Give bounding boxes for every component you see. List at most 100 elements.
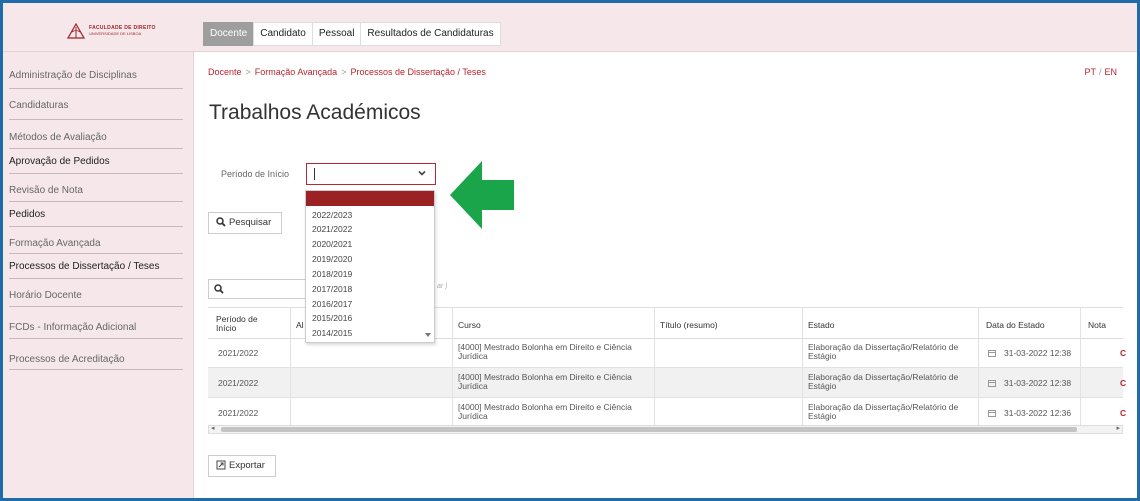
breadcrumb-separator: >	[341, 67, 347, 77]
lang-pt[interactable]: PT	[1084, 67, 1096, 77]
sidebar-item-processos-dissertacao[interactable]: Processos de Dissertação / Teses	[9, 261, 185, 272]
breadcrumb-formacao-avancada[interactable]: Formação Avançada	[255, 67, 337, 77]
sidebar: Administração de Disciplinas Candidatura…	[3, 52, 194, 498]
sidebar-item-pedidos[interactable]: Pedidos	[9, 209, 185, 220]
logo-mark-icon	[67, 23, 85, 39]
tab-docente[interactable]: Docente	[203, 22, 255, 46]
sidebar-divider	[9, 88, 183, 89]
col-header-data[interactable]: Data do Estado	[986, 321, 1045, 330]
breadcrumb-docente[interactable]: Docente	[208, 67, 242, 77]
sidebar-item-metodos-avaliacao[interactable]: Métodos de Avaliação	[9, 132, 185, 143]
col-header-curso[interactable]: Curso	[458, 321, 481, 330]
horizontal-scrollbar[interactable]: ◂ ▸	[208, 425, 1123, 434]
col-header-al[interactable]: Al	[296, 321, 304, 330]
calendar-icon	[988, 410, 996, 417]
tab-pessoal[interactable]: Pessoal	[311, 22, 362, 46]
column-divider	[978, 307, 979, 428]
col-header-estado[interactable]: Estado	[808, 321, 834, 330]
cell-curso: [4000] Mestrado Bolonha em Direito e Ciê…	[458, 372, 632, 391]
dropdown-option[interactable]: 2014/2015	[312, 328, 352, 338]
sidebar-item-horario-docente[interactable]: Horário Docente	[9, 290, 185, 301]
cell-estado: Elaboração da Dissertação/Relatório de E…	[808, 372, 959, 391]
sidebar-item-administracao-disciplinas[interactable]: Administração de Disciplinas	[9, 70, 185, 81]
sidebar-divider	[9, 119, 183, 120]
cell-curso: [4000] Mestrado Bolonha em Direito e Ciê…	[458, 342, 632, 361]
column-divider	[452, 307, 453, 428]
col-header-nota[interactable]: Nota	[1088, 321, 1106, 330]
sidebar-item-aprovacao-pedidos[interactable]: Aprovação de Pedidos	[9, 156, 185, 167]
chevron-down-icon	[418, 170, 426, 176]
table-filter-input[interactable]	[208, 279, 306, 299]
export-button[interactable]: Exportar	[208, 455, 276, 477]
calendar-icon	[988, 350, 996, 357]
column-divider	[290, 307, 291, 428]
cell-period: 2021/2022	[218, 408, 259, 418]
scroll-left-icon[interactable]: ◂	[211, 424, 215, 432]
sidebar-item-fcds[interactable]: FCDs - Informação Adicional	[9, 322, 185, 333]
scroll-down-icon[interactable]	[425, 333, 431, 338]
dropdown-option-empty[interactable]	[306, 191, 434, 206]
breadcrumb-separator: >	[245, 67, 251, 77]
top-nav: Docente Candidato Pessoal Resultados de …	[203, 22, 501, 46]
cell-nota[interactable]: C	[1120, 379, 1126, 388]
dropdown-option[interactable]: 2022/2023	[312, 210, 352, 220]
sidebar-item-processos-acreditacao[interactable]: Processos de Acreditação	[9, 354, 185, 365]
column-divider	[654, 307, 655, 428]
period-select[interactable]	[306, 163, 436, 185]
period-dropdown[interactable]: 2022/2023 2021/2022 2020/2021 2019/2020 …	[305, 190, 435, 343]
dropdown-option[interactable]: 2019/2020	[312, 254, 352, 264]
table-row[interactable]: 2021/2022 [4000] Mestrado Bolonha em Dir…	[208, 398, 1126, 428]
dropdown-option[interactable]: 2016/2017	[312, 299, 352, 309]
language-switcher: PT / EN	[1084, 67, 1117, 77]
search-button-label: Pesquisar	[229, 217, 272, 228]
cell-curso: [4000] Mestrado Bolonha em Direito e Ciê…	[458, 402, 632, 421]
sidebar-divider	[9, 253, 183, 254]
app-window: FACULDADE DE DIREITO UNIVERSIDADE DE LIS…	[0, 0, 1140, 501]
cell-nota[interactable]: C	[1120, 409, 1126, 418]
breadcrumb: Docente > Formação Avançada > Processos de D…	[208, 67, 486, 77]
search-icon	[216, 217, 226, 227]
sidebar-item-formacao-avancada[interactable]: Formação Avançada	[9, 238, 185, 249]
cell-nota[interactable]: C	[1120, 349, 1126, 358]
export-icon	[216, 460, 226, 470]
col-header-periodo[interactable]: Período de Início	[216, 315, 276, 333]
text-cursor	[314, 168, 315, 180]
dropdown-option[interactable]: 2015/2016	[312, 313, 352, 323]
cell-data: 31-03-2022 12:36	[1004, 408, 1072, 418]
faculty-logo[interactable]: FACULDADE DE DIREITO UNIVERSIDADE DE LIS…	[67, 23, 157, 39]
table-row[interactable]: 2021/2022 [4000] Mestrado Bolonha em Dir…	[208, 368, 1126, 398]
filter-hint: ar )	[437, 283, 448, 290]
search-button[interactable]: Pesquisar	[208, 212, 282, 234]
sidebar-item-revisao-nota[interactable]: Revisão de Nota	[9, 185, 185, 196]
sidebar-divider	[9, 226, 183, 227]
scroll-right-icon[interactable]: ▸	[1116, 424, 1120, 432]
green-arrow-icon	[450, 161, 514, 229]
search-icon	[214, 284, 224, 294]
dropdown-option[interactable]: 2018/2019	[312, 269, 352, 279]
cell-period: 2021/2022	[218, 348, 259, 358]
sidebar-divider	[9, 173, 183, 174]
export-button-label: Exportar	[229, 460, 265, 471]
sidebar-divider	[9, 369, 183, 370]
cell-data: 31-03-2022 12:38	[1004, 348, 1072, 358]
breadcrumb-processos-dissertacao[interactable]: Processos de Dissertação / Teses	[350, 67, 485, 77]
tab-resultados-candidaturas[interactable]: Resultados de Candidaturas	[360, 22, 501, 46]
scrollbar-thumb[interactable]	[221, 427, 1077, 432]
dropdown-option[interactable]: 2017/2018	[312, 284, 352, 294]
sidebar-item-candidaturas[interactable]: Candidaturas	[9, 100, 185, 111]
sidebar-divider	[9, 338, 183, 339]
cell-estado: Elaboração da Dissertação/Relatório de E…	[808, 342, 959, 361]
page-title: Trabalhos Académicos	[209, 101, 421, 124]
tab-candidato[interactable]: Candidato	[253, 22, 313, 46]
calendar-icon	[988, 380, 996, 387]
logo-line-2: UNIVERSIDADE DE LISBOA	[89, 31, 142, 36]
col-header-titulo[interactable]: Título (resumo)	[660, 321, 718, 330]
sidebar-divider	[9, 201, 183, 202]
dropdown-option[interactable]: 2021/2022	[312, 224, 352, 234]
top-bar: FACULDADE DE DIREITO UNIVERSIDADE DE LIS…	[3, 3, 1137, 52]
lang-en[interactable]: EN	[1104, 67, 1117, 77]
cell-period: 2021/2022	[218, 378, 259, 388]
cell-data: 31-03-2022 12:38	[1004, 378, 1072, 388]
dropdown-option[interactable]: 2020/2021	[312, 239, 352, 249]
column-divider	[1080, 307, 1081, 428]
